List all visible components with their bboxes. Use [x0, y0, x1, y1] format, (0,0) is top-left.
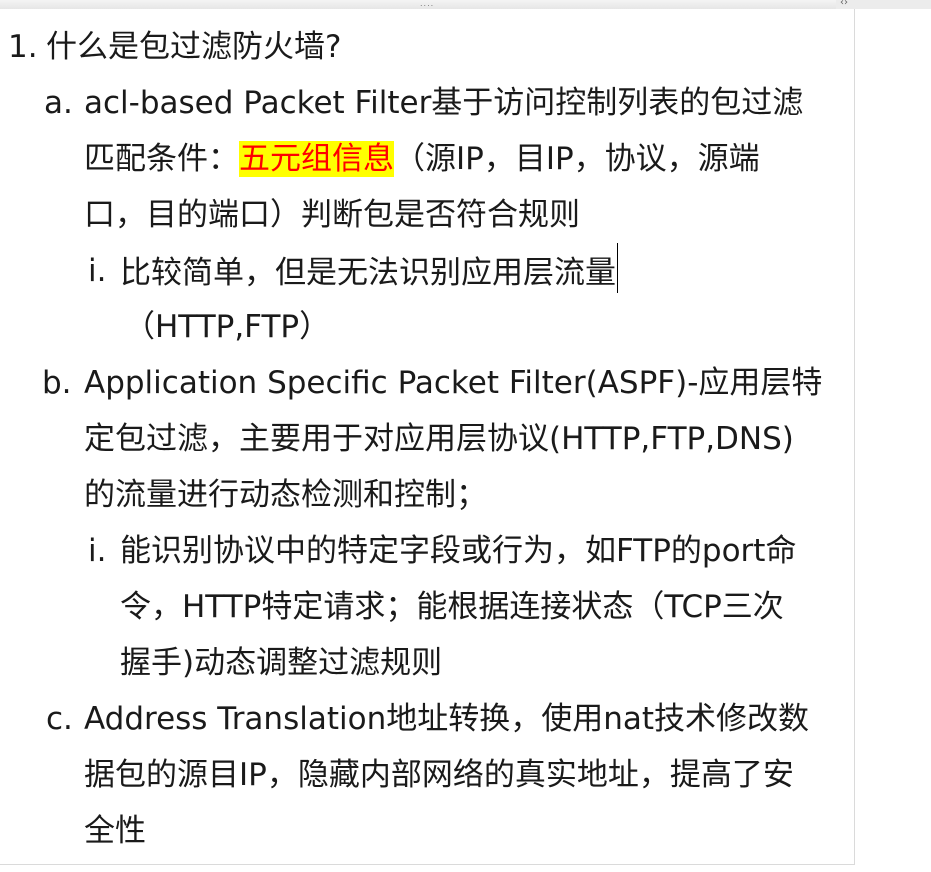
item-c-line-1: Address Translation地址转换，使用nat技术修改数 — [84, 701, 810, 737]
item-a-i-line-1-text: 比较简单，但是无法识别应用层流量 — [120, 255, 616, 291]
item-1-text: 什么是包过滤防火墙? — [46, 29, 342, 65]
five-tuple-highlight: 五元组信息 — [239, 141, 394, 177]
item-a-marker: a. — [44, 85, 73, 121]
resize-arrows-icon[interactable]: ‹› — [840, 0, 848, 8]
item-a-line-3: 口，目的端口）判断包是否符合规则 — [84, 197, 580, 233]
item-a-line-1: acl-based Packet Filter基于访问控制列表的包过滤 — [84, 85, 804, 121]
item-c-line-2: 据包的源目IP，隐藏内部网络的真实地址，提高了安 — [84, 757, 794, 793]
item-1-marker: 1. — [8, 29, 38, 65]
item-c-marker: c. — [46, 701, 73, 737]
item-b-line-3: 的流量进行动态检测和控制； — [84, 477, 487, 513]
item-a-i-marker: i. — [88, 253, 107, 289]
item-b-marker: b. — [42, 365, 72, 401]
top-bar-right-area — [836, 0, 931, 9]
item-b-i-line-1: 能识别协议中的特定字段或行为，如FTP的port命 — [120, 533, 797, 569]
text-cursor — [617, 243, 618, 293]
item-a-line-2-suffix: （源IP，目IP，协议，源端 — [394, 141, 760, 177]
item-b-i-marker: i. — [88, 533, 107, 569]
item-b-i-line-2: 令，HTTP特定请求；能根据连接状态（TCP三次 — [120, 589, 784, 625]
item-b-i-line-3: 握手)动态调整过滤规则 — [120, 645, 443, 681]
right-gutter — [855, 9, 931, 872]
item-a-i-line-2: （HTTP,FTP） — [124, 309, 331, 345]
item-a-line-2-prefix: 匹配条件： — [84, 141, 239, 177]
item-c-line-3: 全性 — [84, 813, 146, 849]
document-page[interactable]: 1. 什么是包过滤防火墙? a. acl-based Packet Filter… — [0, 9, 855, 865]
item-b-line-2: 定包过滤，主要用于对应用层协议(HTTP,FTP,DNS) — [84, 421, 794, 457]
drag-grip-icon[interactable]: .... — [420, 0, 434, 8]
item-a-i-line-1: 比较简单，但是无法识别应用层流量 — [120, 243, 618, 299]
item-a-line-2: 匹配条件：五元组信息（源IP，目IP，协议，源端 — [84, 131, 760, 187]
item-b-line-1: Application Specific Packet Filter(ASPF)… — [84, 365, 823, 401]
